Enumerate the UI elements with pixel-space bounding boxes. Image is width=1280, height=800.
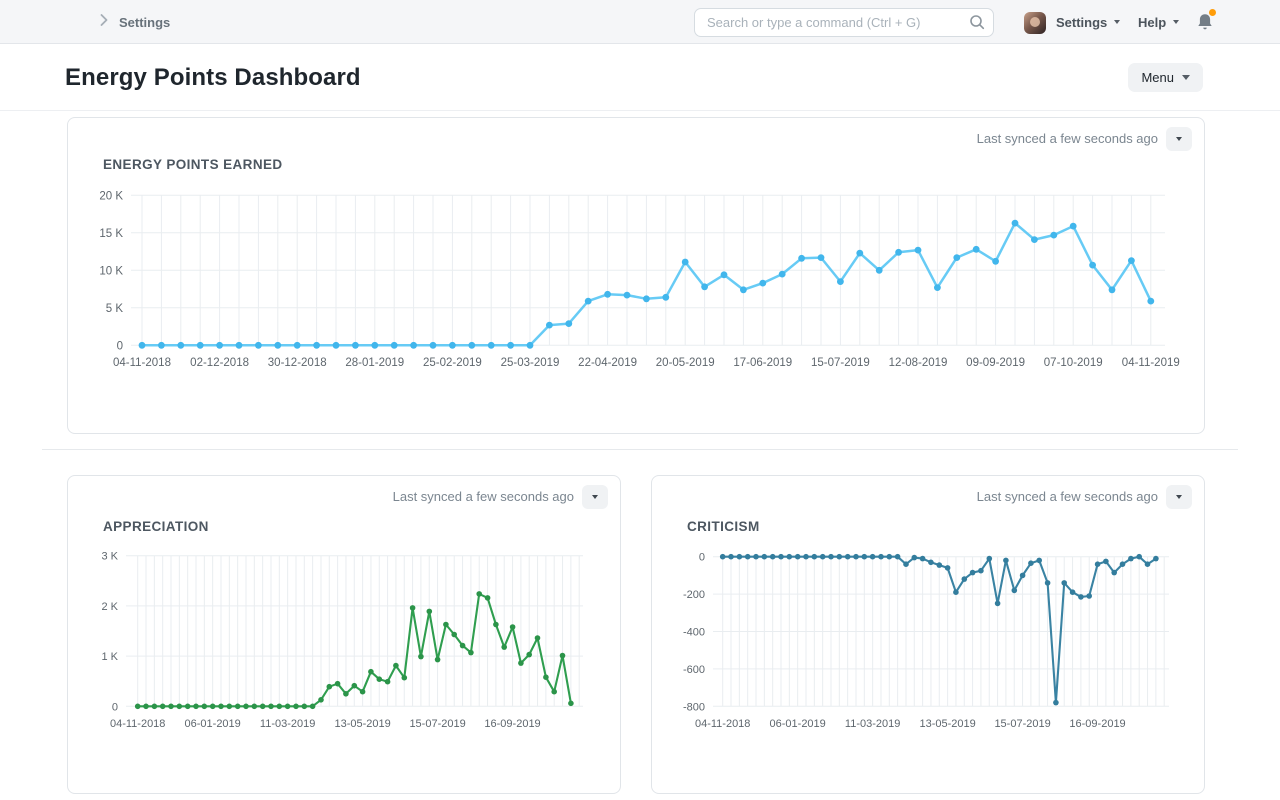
chevron-right-icon xyxy=(100,13,108,31)
svg-text:04-11-2018: 04-11-2018 xyxy=(110,718,165,730)
menu-button-label: Menu xyxy=(1141,70,1174,85)
energy-points-earned-card: Last synced a few seconds ago ENERGY POI… xyxy=(67,117,1205,434)
svg-text:-800: -800 xyxy=(683,701,705,713)
svg-text:07-10-2019: 07-10-2019 xyxy=(1044,357,1103,369)
svg-text:25-02-2019: 25-02-2019 xyxy=(423,357,482,369)
breadcrumb[interactable]: Settings xyxy=(100,0,170,44)
svg-text:11-03-2019: 11-03-2019 xyxy=(260,718,315,730)
card-dropdown-button[interactable] xyxy=(1166,485,1192,509)
svg-text:13-05-2019: 13-05-2019 xyxy=(334,718,390,730)
chart-title: ENERGY POINTS EARNED xyxy=(103,157,283,172)
svg-text:02-12-2018: 02-12-2018 xyxy=(190,357,249,369)
appreciation-card: Last synced a few seconds ago APPRECIATI… xyxy=(67,475,621,794)
svg-text:-400: -400 xyxy=(683,627,705,639)
svg-text:09-09-2019: 09-09-2019 xyxy=(966,357,1025,369)
navbar-settings-label: Settings xyxy=(1056,15,1107,30)
notification-dot xyxy=(1209,9,1216,16)
svg-text:15-07-2019: 15-07-2019 xyxy=(994,718,1050,730)
last-synced-label: Last synced a few seconds ago xyxy=(977,131,1158,146)
svg-text:15 K: 15 K xyxy=(99,228,123,240)
svg-text:-600: -600 xyxy=(683,664,705,676)
svg-text:1 K: 1 K xyxy=(101,651,118,663)
svg-text:30-12-2018: 30-12-2018 xyxy=(268,357,327,369)
notifications-bell-button[interactable] xyxy=(1197,13,1215,33)
navbar-help-dropdown[interactable]: Help xyxy=(1138,0,1179,44)
global-search xyxy=(694,8,994,37)
caret-down-icon xyxy=(1173,20,1179,24)
card-dropdown-button[interactable] xyxy=(582,485,608,509)
energy-points-line-chart: 0 5 K 10 K 15 K 20 K 04-11-2018 02-12-2018 30-1… xyxy=(86,180,1196,385)
criticism-line-chart: 0 -200 -400 -600 -800 04-11-2018 06-01-2019 11-… xyxy=(661,545,1181,740)
svg-text:13-05-2019: 13-05-2019 xyxy=(919,718,975,730)
caret-down-icon xyxy=(1114,20,1120,24)
svg-text:15-07-2019: 15-07-2019 xyxy=(811,357,870,369)
svg-text:16-09-2019: 16-09-2019 xyxy=(1069,718,1125,730)
menu-button[interactable]: Menu xyxy=(1128,63,1203,92)
last-synced-label: Last synced a few seconds ago xyxy=(977,489,1158,504)
last-synced-label: Last synced a few seconds ago xyxy=(393,489,574,504)
svg-text:04-11-2018: 04-11-2018 xyxy=(695,718,750,730)
svg-text:-200: -200 xyxy=(683,589,705,601)
navbar-settings-dropdown[interactable]: Settings xyxy=(1056,0,1120,44)
appreciation-line-chart: 0 1 K 2 K 3 K 04-11-2018 06-01-2019 11-03-2019… xyxy=(86,545,606,740)
breadcrumb-settings-link[interactable]: Settings xyxy=(119,15,170,30)
caret-down-icon xyxy=(1176,137,1182,141)
svg-text:12-08-2019: 12-08-2019 xyxy=(889,357,948,369)
section-divider xyxy=(42,449,1238,450)
svg-text:25-03-2019: 25-03-2019 xyxy=(501,357,560,369)
svg-text:2 K: 2 K xyxy=(101,601,118,613)
caret-down-icon xyxy=(1176,495,1182,499)
navbar-help-label: Help xyxy=(1138,15,1166,30)
svg-text:0: 0 xyxy=(117,340,123,352)
svg-text:04-11-2018: 04-11-2018 xyxy=(113,357,171,369)
criticism-card: Last synced a few seconds ago CRITICISM … xyxy=(651,475,1205,794)
avatar[interactable] xyxy=(1024,12,1046,34)
chart-title: APPRECIATION xyxy=(103,519,209,534)
svg-text:15-07-2019: 15-07-2019 xyxy=(409,718,465,730)
svg-text:10 K: 10 K xyxy=(99,265,123,277)
bell-icon xyxy=(1197,19,1213,36)
svg-text:28-01-2019: 28-01-2019 xyxy=(345,357,404,369)
svg-text:16-09-2019: 16-09-2019 xyxy=(484,718,540,730)
svg-text:06-01-2019: 06-01-2019 xyxy=(770,718,826,730)
caret-down-icon xyxy=(1182,75,1190,80)
svg-text:5 K: 5 K xyxy=(106,303,124,315)
page-header: Energy Points Dashboard Menu xyxy=(0,44,1280,111)
svg-text:0: 0 xyxy=(112,701,118,713)
svg-text:04-11-2019: 04-11-2019 xyxy=(1122,357,1180,369)
svg-text:3 K: 3 K xyxy=(101,551,118,563)
chart-title: CRITICISM xyxy=(687,519,760,534)
svg-text:17-06-2019: 17-06-2019 xyxy=(733,357,792,369)
page-title: Energy Points Dashboard xyxy=(65,64,361,92)
svg-text:06-01-2019: 06-01-2019 xyxy=(185,718,241,730)
search-icon xyxy=(969,14,985,35)
svg-text:0: 0 xyxy=(699,552,705,564)
caret-down-icon xyxy=(592,495,598,499)
energy-points-dashboard-page: Settings Settings Help xyxy=(0,0,1280,800)
search-input[interactable] xyxy=(694,8,994,37)
navbar: Settings Settings Help xyxy=(0,0,1280,44)
svg-text:20-05-2019: 20-05-2019 xyxy=(656,357,715,369)
svg-text:11-03-2019: 11-03-2019 xyxy=(845,718,900,730)
svg-text:20 K: 20 K xyxy=(99,190,123,202)
card-dropdown-button[interactable] xyxy=(1166,127,1192,151)
svg-text:22-04-2019: 22-04-2019 xyxy=(578,357,637,369)
